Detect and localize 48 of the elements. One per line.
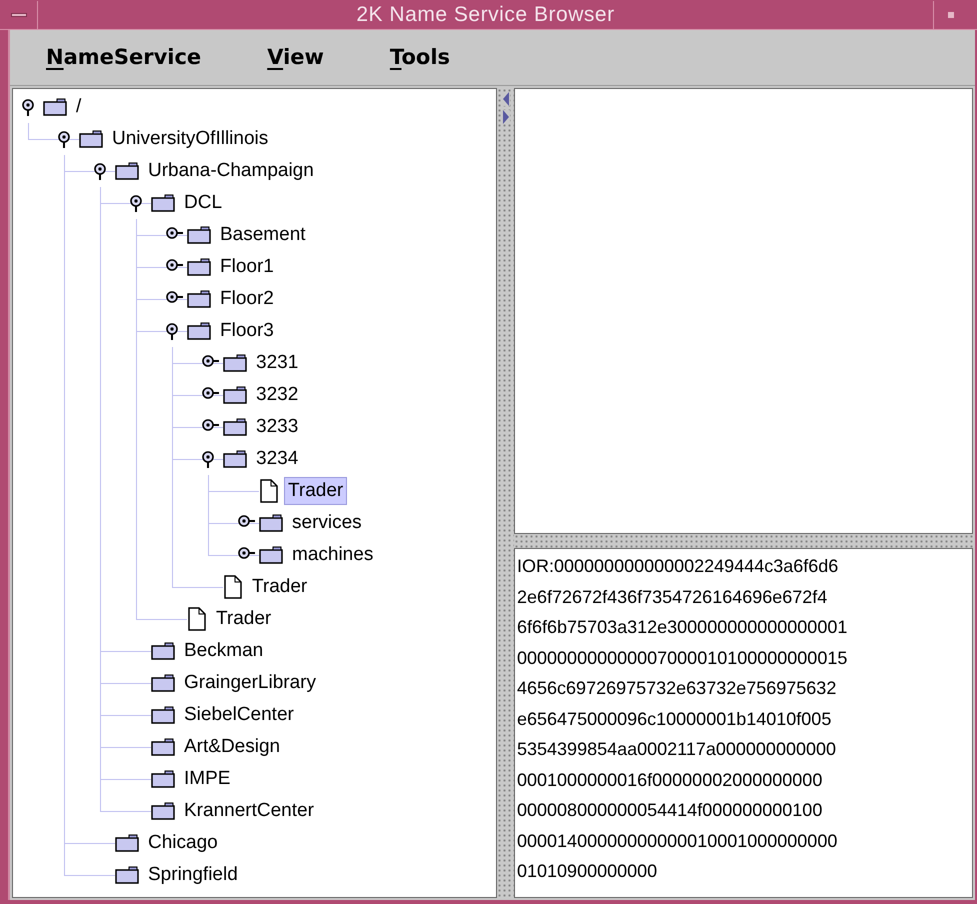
tree-item-label[interactable]: machines	[288, 541, 378, 569]
tree-item-label[interactable]: 3231	[252, 349, 302, 377]
ior-text-line: e656475000096c10000001b14010f005	[517, 708, 832, 730]
tree-item-label[interactable]: Chicago	[144, 829, 222, 857]
tree-item-label[interactable]: Beckman	[180, 637, 268, 665]
ior-text-line: IOR:000000000000002249444c3a6f6d6	[517, 555, 840, 578]
ior-text-line: 2e6f72672f436f7354726164696e672f4	[517, 586, 828, 608]
square-icon	[948, 12, 954, 18]
tree-item-label[interactable]: KrannertCenter	[180, 797, 318, 825]
tree-item-label[interactable]: services	[288, 509, 366, 537]
tree-item-label[interactable]: Basement	[216, 221, 310, 249]
document-icon	[223, 575, 243, 599]
tree-item-label[interactable]: Art&Design	[180, 733, 284, 761]
folder-icon	[43, 98, 67, 116]
menu-item[interactable]: Tools	[390, 42, 450, 74]
tree-item-label[interactable]: GraingerLibrary	[180, 669, 320, 697]
ior-text-line: 000008000000054414f000000000100	[517, 799, 824, 822]
tree-item-label[interactable]: /	[72, 93, 86, 121]
tree-item-label[interactable]: SiebelCenter	[180, 701, 298, 729]
minus-icon	[10, 12, 26, 16]
ior-text-line: 6f6f6b75703a312e300000000000000001	[517, 616, 848, 639]
tree-item-label[interactable]: Floor3	[216, 317, 278, 345]
tree-item-label[interactable]: Floor1	[216, 253, 278, 281]
tree-item-label[interactable]: Trader	[212, 605, 276, 633]
ior-text-line: 000000000000007000010100000000015	[517, 646, 848, 670]
document-icon	[187, 607, 207, 631]
tree-item-label[interactable]: Floor2	[216, 285, 278, 313]
ior-text-line: 5354399854aa0002117a000000000000	[517, 738, 838, 761]
tree-item-label[interactable]: 3233	[252, 413, 302, 441]
tree-item-label[interactable]: 3234	[252, 445, 302, 473]
tree-item-label[interactable]: Springfield	[144, 861, 242, 889]
right-arrow-icon[interactable]	[502, 110, 510, 124]
ior-text-line: 00001400000000000010001000000000	[517, 830, 838, 852]
tree-item-label[interactable]: DCL	[180, 189, 226, 217]
ior-text-line: 0001000000016f00000002000000000	[517, 768, 824, 792]
tree-item-label[interactable]: UniversityOfIllinois	[108, 125, 272, 153]
document-icon	[259, 479, 279, 503]
tree-item-label[interactable]: Urbana-Champaign	[144, 157, 318, 185]
window-title: 2K Name Service Browser	[355, 2, 616, 28]
tree-item-label[interactable]: 3232	[252, 381, 302, 409]
ior-text-line: 4656c69726975732e63732e756975632	[517, 677, 838, 700]
tree-item-label[interactable]: IMPE	[180, 765, 234, 793]
ior-text-line: 01010900000000	[517, 860, 658, 883]
menu-item[interactable]: View	[267, 42, 324, 74]
tree-item-label[interactable]: Trader	[284, 477, 348, 505]
menu-item[interactable]: NameService	[46, 42, 202, 74]
tree-item-label[interactable]: Trader	[248, 573, 312, 601]
left-arrow-icon[interactable]	[502, 92, 510, 106]
